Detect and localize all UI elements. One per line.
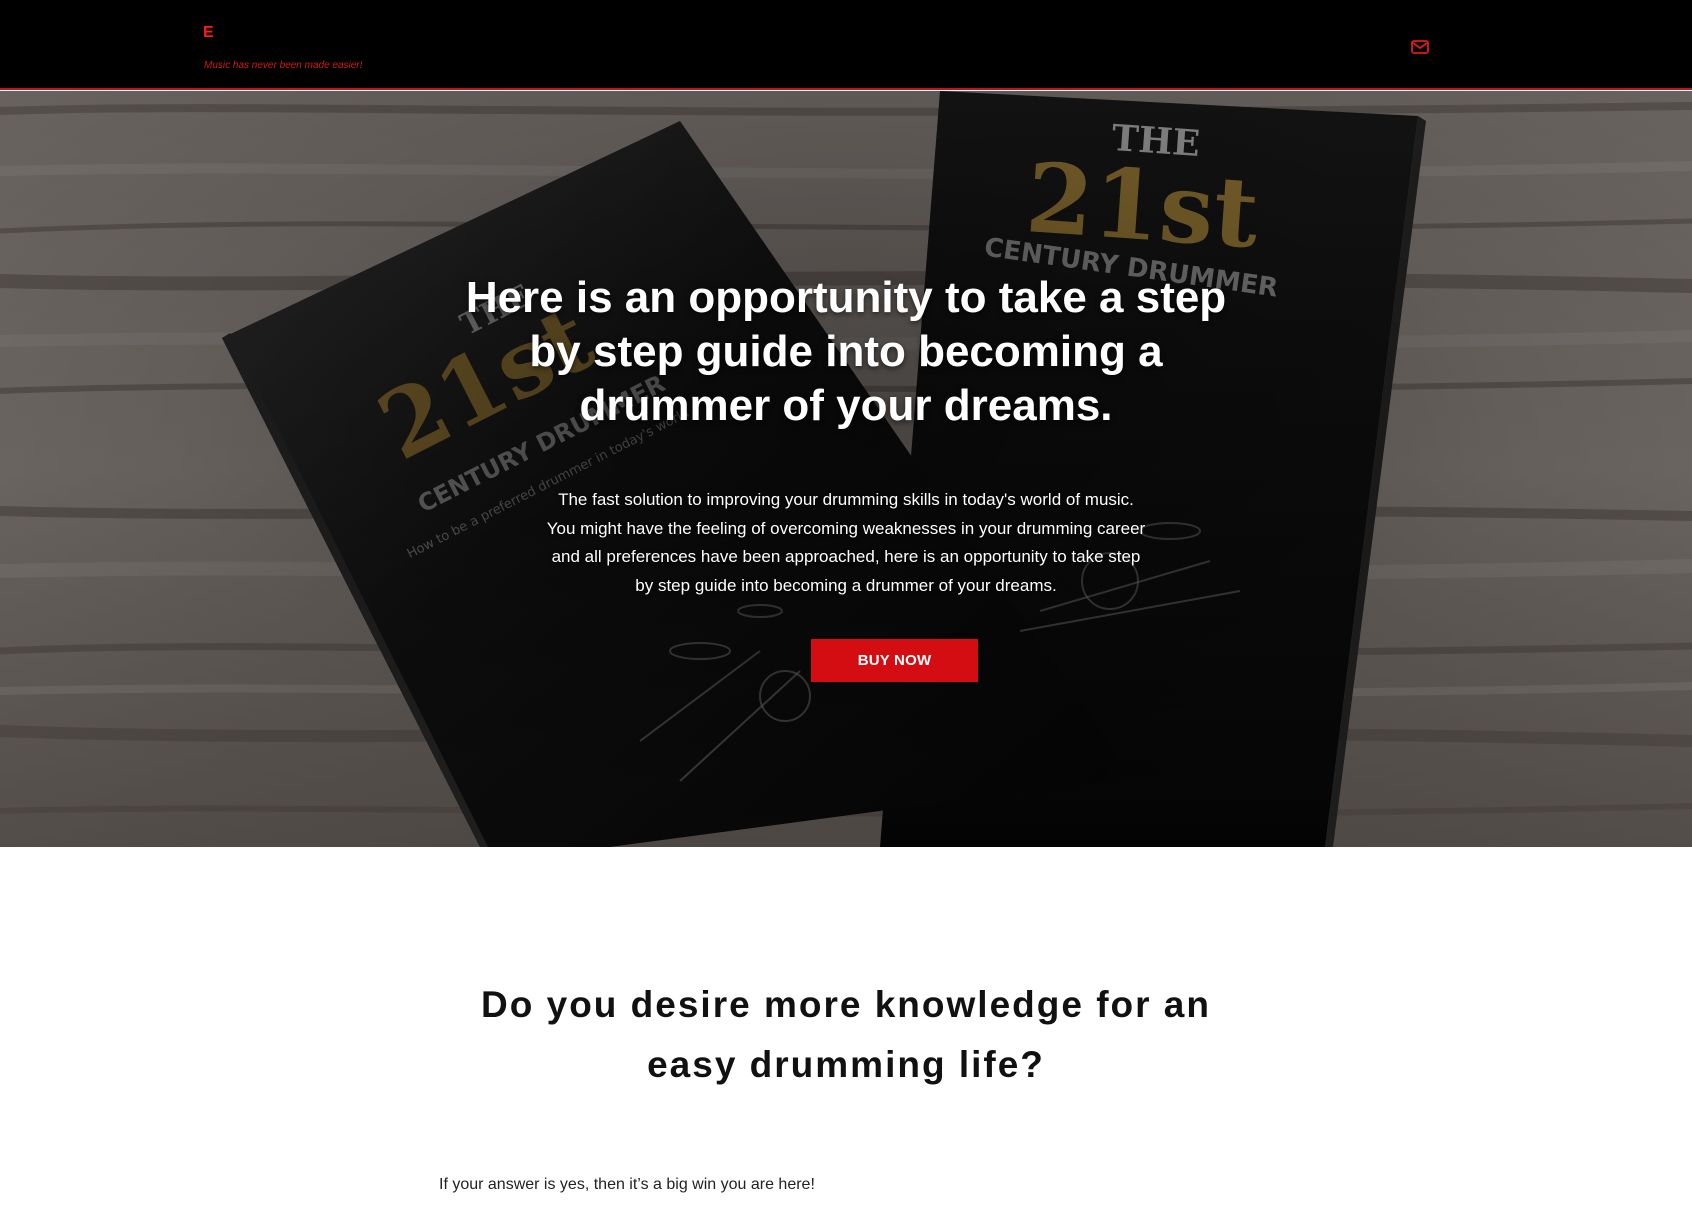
- mail-link[interactable]: [1410, 38, 1430, 56]
- envelope-icon: [1411, 40, 1429, 54]
- brand-logo[interactable]: E: [203, 24, 214, 42]
- section-heading: Do you desire more knowledge for an easy…: [481, 984, 1211, 1085]
- brand-tagline: Music has never been made easier!: [204, 60, 363, 71]
- hero-headline: Here is an opportunity to take a step by…: [465, 273, 1227, 430]
- hero-content: Here is an opportunity to take a step by…: [0, 91, 1692, 847]
- hero-section: THE 21st CENTURY DRUMMER THE 21st CENTUR…: [0, 91, 1692, 847]
- buy-now-button[interactable]: BUY NOW: [811, 639, 978, 682]
- hero-paragraph: The fast solution to improving your drum…: [546, 490, 1146, 595]
- section-text: If your answer is yes, then it’s a big w…: [439, 1176, 815, 1193]
- site-header: E Music has never been made easier!: [0, 0, 1692, 90]
